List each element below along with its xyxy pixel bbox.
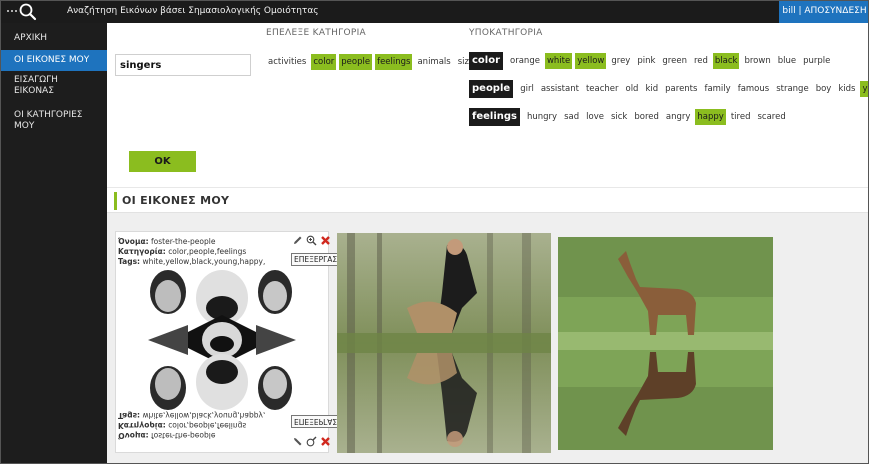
man-with-dog-image[interactable]	[337, 233, 551, 453]
name-label: Όνομα:	[118, 237, 149, 246]
category-tag-color[interactable]: color	[311, 54, 337, 70]
subcategory-tag[interactable]: scared	[755, 109, 787, 125]
subcategory-tag[interactable]: purple	[801, 53, 832, 69]
pencil-icon[interactable]	[292, 436, 303, 447]
category-tag-feelings[interactable]: feelings	[375, 54, 413, 70]
image-tags-row: Tags: white,yellow,black,young,happy,	[118, 257, 265, 267]
category-tag-people[interactable]: people	[339, 54, 373, 70]
image-gallery: Όνομα: foster-the-people Κατηγορία: colo…	[107, 213, 868, 463]
sidebar: ΑΡΧΙΚΗ ΟΙ ΕΙΚΟΝΕΣ ΜΟΥ ΕΙΣΑΓΩΓΗ ΕΙΚΟΝΑΣ Ο…	[1, 23, 107, 463]
name-value: foster-the-people	[151, 237, 216, 246]
subcategory-tag[interactable]: assistant	[539, 81, 581, 97]
subcategory-tag[interactable]: young	[860, 81, 868, 97]
subcategory-tag[interactable]: black	[712, 53, 740, 69]
subcategory-tag[interactable]: orange	[508, 53, 542, 69]
subcategory-group-label: feelings	[469, 108, 520, 126]
subcategory-tag[interactable]: red	[692, 53, 710, 69]
tags-value: white,yellow,black,young,happy,	[142, 411, 266, 420]
category-list: activities color people feelings animals…	[266, 54, 479, 70]
name-value: foster-the-people	[151, 431, 216, 440]
deer-image[interactable]	[558, 237, 773, 450]
subcategory-tag[interactable]: strange	[774, 81, 810, 97]
pencil-icon[interactable]	[292, 235, 303, 246]
main-content: ΕΠΕΛΕΞΕ ΚΑΤΗΓΟΡΙΑ activities color peopl…	[107, 23, 868, 463]
tags-label: Tags:	[118, 411, 141, 420]
sidebar-item-home[interactable]: ΑΡΧΙΚΗ	[1, 33, 107, 44]
image-tags-row-mirrored: Tags: white,yellow,black,young,happy,	[118, 410, 265, 420]
search-input[interactable]	[115, 54, 251, 76]
image-category-row-mirrored: Κατηγορία: color,people,feelings	[118, 420, 246, 430]
subcategory-tag[interactable]: old	[624, 81, 641, 97]
zoom-in-icon[interactable]	[306, 235, 317, 246]
subcategory-group-label: people	[469, 80, 514, 98]
subcategory-tag[interactable]: bored	[632, 109, 661, 125]
search-logo-icon[interactable]	[5, 2, 39, 22]
delete-icon[interactable]	[320, 235, 331, 246]
subcategory-tag[interactable]: family	[702, 81, 732, 97]
category-label: Κατηγορία:	[118, 421, 166, 430]
category-value: color,people,feelings	[168, 247, 247, 256]
subcategory-tag[interactable]: tired	[729, 109, 753, 125]
subcategory-tag[interactable]: green	[660, 53, 689, 69]
subcategory-tag[interactable]: pink	[635, 53, 657, 69]
subcategory-tag[interactable]: grey	[609, 53, 632, 69]
category-value: color,people,feelings	[168, 421, 247, 430]
image-name-row-mirrored: Όνομα: foster-the-people	[118, 430, 215, 440]
tags-value: white,yellow,black,young,happy,	[142, 257, 266, 266]
category-tag-animals[interactable]: animals	[415, 54, 452, 70]
top-bar: Αναζήτηση Εικόνων βάσει Σημασιολογικής Ο…	[1, 1, 868, 23]
subcategory-tag[interactable]: hungry	[525, 109, 559, 125]
subcategory-tag[interactable]: brown	[742, 53, 772, 69]
subcategory-heading: ΥΠΟΚΑΤΗΓΟΡΙΑ	[469, 28, 543, 38]
subcategory-tag[interactable]: yellow	[575, 53, 607, 69]
sidebar-item-my-categories[interactable]: ΟΙ ΚΑΤΗΓΟΡΙΕΣ ΜΟΥ	[1, 110, 85, 132]
subcategory-tag[interactable]: blue	[776, 53, 798, 69]
singers-image[interactable]	[138, 270, 306, 410]
category-tag-activities[interactable]: activities	[266, 54, 308, 70]
card-actions-mirrored	[292, 436, 331, 447]
subcategory-group-people: people girl assistant teacher old kid pa…	[469, 80, 868, 98]
image-category-row: Κατηγορία: color,people,feelings	[118, 247, 246, 257]
subcategory-tag[interactable]: teacher	[584, 81, 621, 97]
subcategory-group-feelings: feelings hungry sad love sick bored angr…	[469, 108, 791, 126]
sidebar-item-my-images[interactable]: ΟΙ ΕΙΚΟΝΕΣ ΜΟΥ	[1, 50, 107, 71]
subcategory-tag[interactable]: famous	[736, 81, 772, 97]
subcategory-tag[interactable]: white	[544, 53, 573, 69]
subcategory-group-label: color	[469, 52, 504, 70]
tags-label: Tags:	[118, 257, 141, 266]
subcategory-tag[interactable]: parents	[663, 81, 699, 97]
card-actions	[292, 235, 331, 246]
subcategory-tag[interactable]: kids	[836, 81, 857, 97]
ok-button[interactable]: OK	[129, 151, 196, 172]
sidebar-item-insert-image[interactable]: ΕΙΣΑΓΩΓΗ ΕΙΚΟΝΑΣ	[1, 75, 63, 97]
my-images-header: ΟΙ ΕΙΚΟΝΕΣ ΜΟΥ	[107, 187, 868, 213]
subcategory-tag[interactable]: happy	[695, 109, 726, 125]
my-images-title: ΟΙ ΕΙΚΟΝΕΣ ΜΟΥ	[122, 194, 230, 207]
delete-icon[interactable]	[320, 436, 331, 447]
app-window: Αναζήτηση Εικόνων βάσει Σημασιολογικής Ο…	[0, 0, 869, 464]
subcategory-tag[interactable]: girl	[518, 81, 536, 97]
zoom-in-icon[interactable]	[306, 436, 317, 447]
image-card[interactable]: Όνομα: foster-the-people Κατηγορία: colo…	[115, 231, 348, 453]
section-accent	[114, 192, 117, 210]
category-label: Κατηγορία:	[118, 247, 166, 256]
subcategory-tag[interactable]: kid	[643, 81, 660, 97]
app-title: Αναζήτηση Εικόνων βάσει Σημασιολογικής Ο…	[67, 6, 319, 16]
subcategory-tag[interactable]: angry	[664, 109, 693, 125]
subcategory-group-color: color orange white yellow grey pink gree…	[469, 52, 835, 70]
user-logout-link[interactable]: bill | ΑΠΟΣΥΝΔΕΣΗ	[779, 1, 868, 23]
name-label: Όνομα:	[118, 431, 149, 440]
subcategory-tag[interactable]: love	[584, 109, 606, 125]
category-heading: ΕΠΕΛΕΞΕ ΚΑΤΗΓΟΡΙΑ	[266, 28, 366, 38]
subcategory-tag[interactable]: sad	[562, 109, 581, 125]
subcategory-tag[interactable]: boy	[814, 81, 834, 97]
image-name-row: Όνομα: foster-the-people	[118, 237, 215, 247]
subcategory-tag[interactable]: sick	[609, 109, 629, 125]
